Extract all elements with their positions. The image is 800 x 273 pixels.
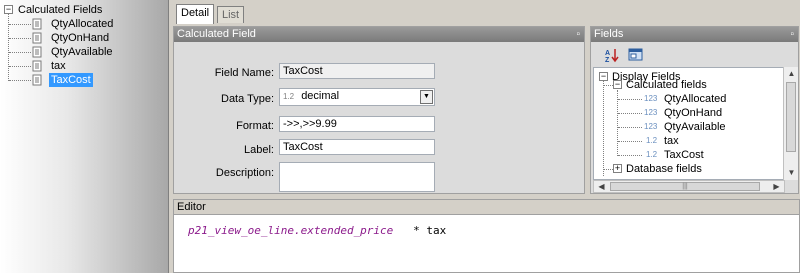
decimal-type-icon: 1.2 (646, 136, 658, 145)
expression-operator: * tax (393, 224, 447, 237)
tree-group-database-fields[interactable]: Database fields (626, 162, 702, 174)
decimal-type-icon: 1.2 (646, 150, 658, 159)
tree-item-taxcost[interactable]: TaxCost (49, 73, 93, 87)
field-item-qtyavailable[interactable]: QtyAvailable (664, 120, 726, 134)
scroll-thumb[interactable]: ||| (610, 182, 760, 191)
scroll-down-icon[interactable]: ▼ (785, 167, 798, 179)
chevron-down-icon[interactable]: ▼ (420, 90, 433, 104)
decimal-type-icon: 1.2 (283, 92, 295, 101)
format-label: Format: (236, 120, 274, 132)
collapse-icon[interactable]: − (613, 80, 622, 89)
pin-icon[interactable]: ▫ (790, 27, 794, 42)
main-area: Detail List Calculated Field ▫ Field Nam… (170, 0, 800, 273)
field-icon (32, 60, 42, 72)
fields-horizontal-scrollbar[interactable]: ◀ ||| ▶ (593, 180, 785, 193)
label-input[interactable]: TaxCost (279, 139, 435, 155)
field-icon (32, 74, 42, 86)
data-type-label: Data Type: (221, 93, 274, 105)
expression-field: p21_view_oe_line.extended_price (188, 224, 394, 237)
fields-header: Fields ▫ (591, 27, 798, 42)
tree-item-qtyavailable[interactable]: QtyAvailable (51, 45, 113, 59)
label-label: Label: (244, 144, 274, 156)
format-input[interactable]: ->>,>>9.99 (279, 116, 435, 132)
calculated-field-header: Calculated Field ▫ (174, 27, 584, 42)
fields-tree[interactable]: − Display Fields − Calculated fields 123… (593, 67, 785, 180)
expression-text[interactable]: p21_view_oe_line.extended_price * tax (188, 224, 446, 237)
calculated-field-title: Calculated Field (177, 28, 256, 40)
tree-root-calculated-fields[interactable]: Calculated Fields (18, 3, 102, 17)
integer-type-icon: 123 (644, 108, 658, 117)
scroll-left-icon[interactable]: ◀ (595, 181, 608, 193)
description-input[interactable] (279, 162, 435, 192)
field-icon (32, 32, 42, 44)
integer-type-icon: 123 (644, 94, 658, 103)
sort-az-icon[interactable]: AZ (603, 46, 621, 64)
scroll-right-icon[interactable]: ▶ (770, 181, 783, 193)
calculated-fields-tree[interactable]: − Calculated Fields QtyAllocated QtyOnHa… (0, 0, 169, 273)
field-name-label: Field Name: (214, 67, 274, 79)
field-item-taxcost[interactable]: TaxCost (664, 148, 704, 162)
svg-text:Z: Z (605, 57, 610, 63)
fields-vertical-scrollbar[interactable]: ▲ ▼ (783, 67, 798, 180)
fields-title: Fields (594, 28, 624, 40)
properties-icon[interactable] (627, 46, 645, 64)
data-type-select[interactable]: 1.2 decimal ▼ (279, 88, 435, 106)
field-name-input[interactable]: TaxCost (279, 63, 435, 79)
fields-panel: Fields ▫ AZ − Display Fields − Calculate… (590, 26, 799, 194)
pin-icon[interactable]: ▫ (576, 27, 580, 42)
editor-header: Editor (174, 200, 799, 215)
tab-detail[interactable]: Detail (176, 4, 215, 24)
integer-type-icon: 123 (644, 122, 658, 131)
tree-item-tax[interactable]: tax (51, 59, 66, 73)
field-item-tax[interactable]: tax (664, 134, 679, 148)
tab-list[interactable]: List (217, 6, 245, 23)
tree-item-qtyallocated[interactable]: QtyAllocated (51, 17, 113, 31)
editor-title: Editor (177, 201, 206, 213)
scroll-thumb[interactable] (786, 82, 796, 152)
field-icon (32, 46, 42, 58)
field-item-qtyallocated[interactable]: QtyAllocated (664, 92, 726, 106)
collapse-icon[interactable]: − (599, 72, 608, 81)
field-item-qtyonhand[interactable]: QtyOnHand (664, 106, 722, 120)
svg-text:A: A (605, 50, 610, 57)
description-label: Description: (215, 167, 274, 179)
field-icon (32, 18, 42, 30)
tree-group-calculated-fields[interactable]: Calculated fields (626, 78, 707, 92)
data-type-value: decimal (301, 90, 340, 102)
scroll-up-icon[interactable]: ▲ (785, 68, 798, 80)
calculated-field-panel: Calculated Field ▫ Field Name: TaxCost D… (173, 26, 585, 194)
tree-item-qtyonhand[interactable]: QtyOnHand (51, 31, 109, 45)
collapse-icon[interactable]: − (4, 5, 13, 14)
editor-panel[interactable]: Editor p21_view_oe_line.extended_price *… (173, 199, 800, 273)
expand-icon[interactable]: + (613, 164, 622, 173)
